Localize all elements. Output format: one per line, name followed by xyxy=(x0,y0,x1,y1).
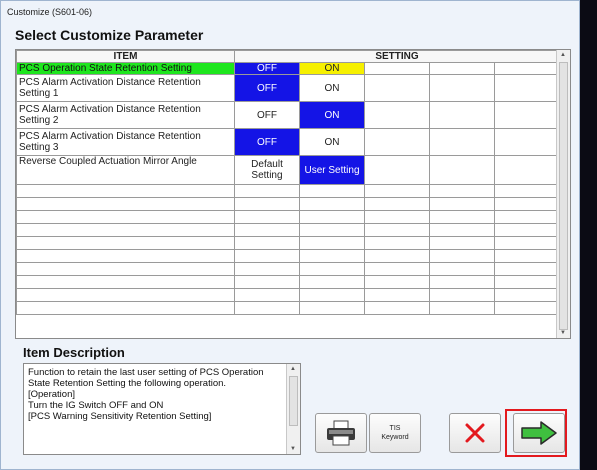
item-cell[interactable]: Reverse Coupled Actuation Mirror Angle xyxy=(16,155,235,185)
setting-option-on[interactable]: ON xyxy=(299,74,365,102)
empty-cell xyxy=(364,128,430,156)
empty-cell xyxy=(364,155,430,185)
item-description-box: Function to retain the last user setting… xyxy=(23,363,301,455)
customize-window: Customize (S601-06) Select Customize Par… xyxy=(0,0,580,470)
empty-cell xyxy=(429,155,495,185)
table-row[interactable]: Reverse Coupled Actuation Mirror Angle D… xyxy=(16,155,560,185)
tis-keyword-button[interactable]: TIS Keyword xyxy=(369,413,421,453)
empty-cell xyxy=(429,128,495,156)
setting-option-off[interactable]: OFF xyxy=(234,62,300,75)
empty-cell xyxy=(494,128,560,156)
item-cell[interactable]: PCS Alarm Activation Distance Retention … xyxy=(16,128,235,156)
item-cell[interactable]: PCS Alarm Activation Distance Retention … xyxy=(16,101,235,129)
print-button[interactable] xyxy=(315,413,367,453)
empty-row xyxy=(16,197,560,211)
parameter-table: ITEM SETTING PCS Operation State Retenti… xyxy=(16,50,560,315)
item-description-text: Function to retain the last user setting… xyxy=(28,367,264,422)
parameter-grid: ITEM SETTING PCS Operation State Retenti… xyxy=(15,49,571,339)
grid-scrollbar[interactable]: ▲ ▼ xyxy=(556,50,570,338)
description-scrollbar[interactable]: ▲ ▼ xyxy=(286,364,300,454)
scroll-down-icon[interactable]: ▼ xyxy=(290,446,296,452)
table-row[interactable]: PCS Operation State Retention Setting OF… xyxy=(16,62,560,75)
scroll-up-icon[interactable]: ▲ xyxy=(560,52,566,58)
empty-row xyxy=(16,184,560,198)
keyword-label: Keyword xyxy=(381,434,409,441)
table-row[interactable]: PCS Alarm Activation Distance Retention … xyxy=(16,101,560,129)
tis-label: TIS xyxy=(389,425,401,432)
empty-cell xyxy=(494,155,560,185)
empty-row xyxy=(16,236,560,250)
setting-option-off[interactable]: OFF xyxy=(234,74,300,102)
setting-option-default[interactable]: Default Setting xyxy=(234,155,300,185)
item-column-header: ITEM xyxy=(16,50,235,63)
scroll-up-icon[interactable]: ▲ xyxy=(290,366,296,372)
scroll-thumb[interactable] xyxy=(289,376,298,426)
empty-cell xyxy=(364,101,430,129)
empty-row xyxy=(16,275,560,289)
setting-option-user[interactable]: User Setting xyxy=(299,155,365,185)
cancel-button[interactable] xyxy=(449,413,501,453)
empty-cell xyxy=(429,62,495,75)
empty-row xyxy=(16,223,560,237)
setting-column-header: SETTING xyxy=(234,50,560,63)
empty-row xyxy=(16,249,560,263)
printer-icon xyxy=(327,420,355,446)
empty-row xyxy=(16,262,560,276)
table-row[interactable]: PCS Alarm Activation Distance Retention … xyxy=(16,128,560,156)
item-cell[interactable]: PCS Alarm Activation Distance Retention … xyxy=(16,74,235,102)
table-row[interactable]: PCS Alarm Activation Distance Retention … xyxy=(16,74,560,102)
setting-option-on[interactable]: ON xyxy=(299,101,365,129)
setting-option-off[interactable]: OFF xyxy=(234,101,300,129)
page-title: Select Customize Parameter xyxy=(15,27,204,43)
empty-cell xyxy=(429,101,495,129)
empty-row xyxy=(16,210,560,224)
scroll-thumb[interactable] xyxy=(559,62,568,330)
scroll-down-icon[interactable]: ▼ xyxy=(560,330,566,336)
item-cell[interactable]: PCS Operation State Retention Setting xyxy=(16,62,235,75)
empty-cell xyxy=(494,74,560,102)
item-description-title: Item Description xyxy=(23,345,125,360)
next-button-highlight xyxy=(505,409,567,457)
setting-option-off[interactable]: OFF xyxy=(234,128,300,156)
empty-cell xyxy=(494,101,560,129)
empty-cell xyxy=(494,62,560,75)
setting-option-on[interactable]: ON xyxy=(299,128,365,156)
window-title: Customize (S601-06) xyxy=(7,7,93,17)
cross-icon xyxy=(465,423,485,443)
empty-row xyxy=(16,301,560,315)
empty-cell xyxy=(429,74,495,102)
empty-cell xyxy=(364,74,430,102)
setting-option-on[interactable]: ON xyxy=(299,62,365,75)
empty-row xyxy=(16,288,560,302)
empty-cell xyxy=(364,62,430,75)
